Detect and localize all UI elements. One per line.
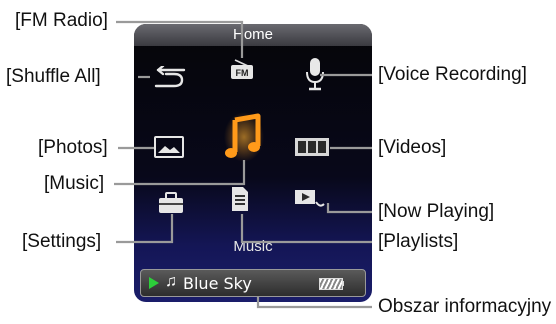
leader-lines — [114, 20, 372, 309]
callout-fm-radio: [FM Radio] — [15, 10, 108, 31]
callout-photos: [Photos] — [38, 137, 108, 158]
callout-videos: [Videos] — [378, 137, 447, 158]
callout-settings: [Settings] — [22, 231, 102, 252]
callout-music: [Music] — [44, 173, 105, 194]
callout-info-area: Obszar informacyjny — [378, 296, 552, 317]
leader-playlists — [240, 214, 372, 244]
leader-settings — [116, 214, 174, 244]
callout-playlists: [Playlists] — [378, 231, 459, 252]
callout-shuffle-all: [Shuffle All] — [6, 66, 101, 87]
leader-info-area — [256, 296, 372, 309]
leader-music — [114, 160, 246, 186]
leader-fm-radio — [116, 20, 244, 58]
diagram: Home FM Music ♫ Blue Sky [FM Radio] [Shu… — [0, 0, 556, 324]
callout-voice-recording: [Voice Recording] — [378, 64, 527, 85]
leader-now-playing — [326, 203, 372, 214]
callout-now-playing: [Now Playing] — [378, 201, 495, 222]
